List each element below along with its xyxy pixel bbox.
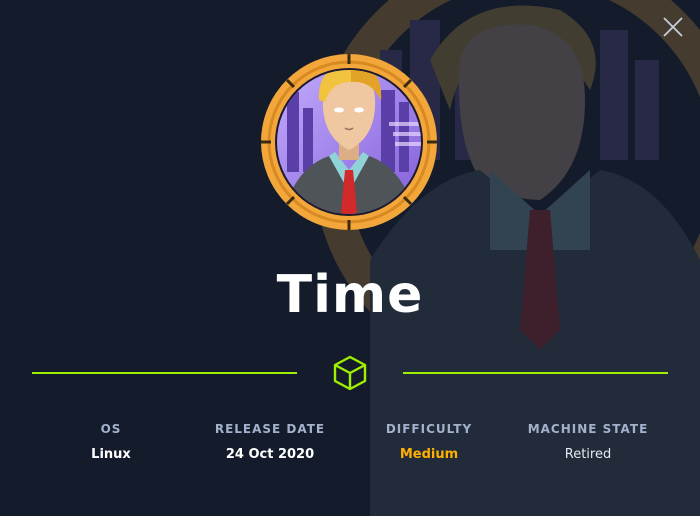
cube-icon — [333, 355, 367, 391]
stat-machine-state: MACHINE STATE Retired — [518, 420, 658, 464]
stat-os-label: OS — [100, 422, 122, 436]
machine-avatar — [261, 54, 437, 230]
stat-release-date: RELEASE DATE 24 Oct 2020 — [200, 420, 340, 464]
stat-difficulty-label: DIFFICULTY — [385, 422, 473, 436]
stat-release-date-label: RELEASE DATE — [214, 422, 326, 436]
stat-os: OS Linux — [61, 420, 161, 464]
stat-machine-state-label: MACHINE STATE — [527, 422, 649, 436]
stat-difficulty: DIFFICULTY Medium — [369, 420, 489, 464]
divider-right — [403, 372, 668, 374]
stat-os-value: Linux — [91, 447, 131, 462]
machine-name-title: Time — [276, 265, 424, 325]
stat-release-date-value: 24 Oct 2020 — [225, 447, 315, 462]
stat-machine-state-value: Retired — [564, 447, 612, 462]
stat-difficulty-value: Medium — [399, 447, 459, 462]
divider-left — [32, 372, 297, 374]
close-icon[interactable] — [660, 14, 686, 40]
machine-profile-modal: Time OS Linux RELEASE DATE 24 Oct 2020 D… — [0, 0, 700, 516]
